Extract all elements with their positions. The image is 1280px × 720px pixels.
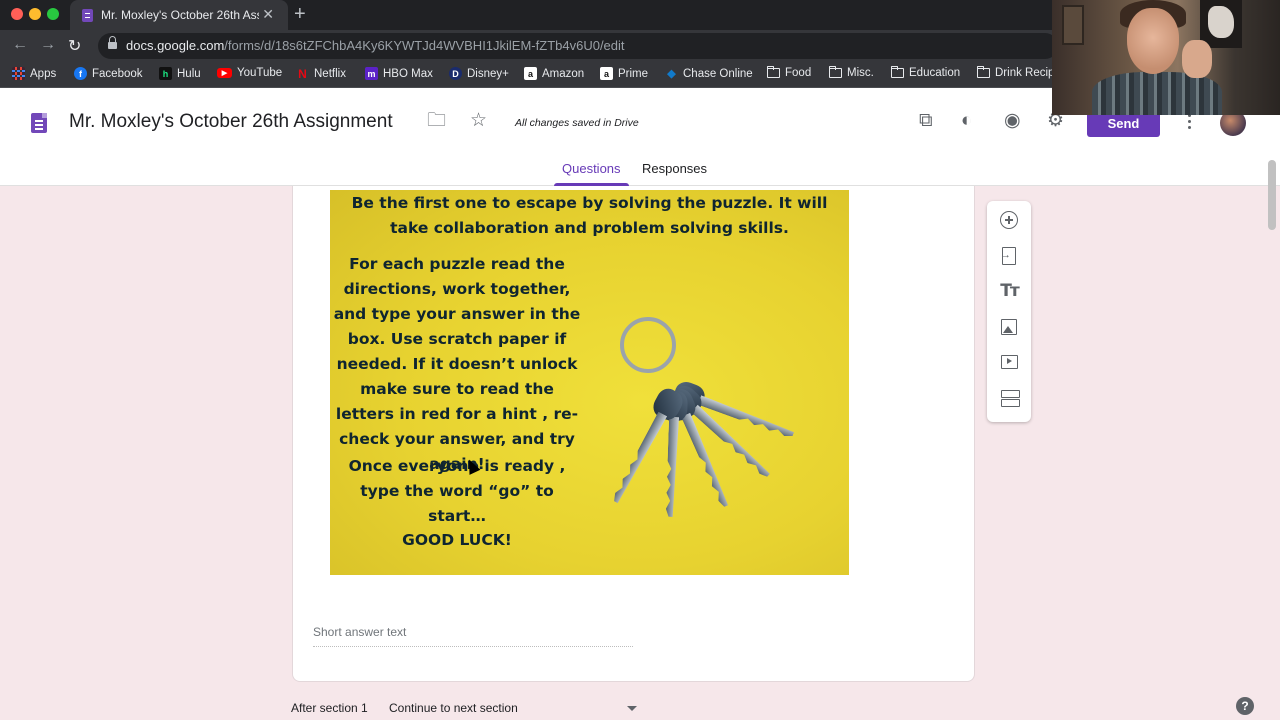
facebook-icon: f: [74, 67, 87, 80]
bookmark-chase-online[interactable]: ◆ Chase Online: [665, 67, 752, 81]
wall-picture: [1062, 5, 1084, 45]
bookmark-disney-plus[interactable]: D Disney+: [449, 67, 509, 80]
add-video-button[interactable]: [999, 352, 1019, 372]
tab-responses[interactable]: Responses: [642, 161, 707, 176]
bookmark-netflix[interactable]: N Netflix: [296, 66, 346, 81]
move-to-folder-icon[interactable]: 🗀: [427, 111, 446, 131]
bookmark-folder-education[interactable]: Education: [891, 66, 960, 79]
url-text: docs.google.com/forms/d/18s6tZFChbA4Ky6K…: [126, 38, 625, 53]
section-navigation-select[interactable]: Continue to next section: [389, 701, 518, 715]
folder-icon: [891, 66, 904, 78]
key-ring: [620, 317, 676, 373]
customize-theme-icon[interactable]: ◐: [961, 111, 972, 131]
forward-arrow-icon[interactable]: →: [40, 36, 56, 54]
help-icon[interactable]: ?: [1236, 697, 1254, 715]
save-status: All changes saved in Drive: [515, 117, 639, 129]
apps-grid-icon: [12, 67, 25, 80]
bookmark-prime[interactable]: a Prime: [600, 67, 648, 80]
add-title-button[interactable]: Tт: [999, 281, 1020, 301]
browser-tab[interactable]: Mr. Moxley's October 26th Assignment - G…: [70, 0, 288, 30]
video-icon: [1000, 355, 1018, 369]
after-section-label: After section 1: [291, 701, 368, 715]
close-window-button[interactable]: [11, 8, 23, 20]
image-intro-text: Be the first one to escape by solving th…: [351, 194, 828, 237]
bookmark-amazon[interactable]: a Amazon: [524, 67, 584, 80]
bookmark-folder-food[interactable]: Food: [767, 66, 811, 79]
add-circle-icon: [1000, 211, 1018, 229]
maximize-window-button[interactable]: [47, 8, 59, 20]
disney-plus-icon: D: [449, 67, 462, 80]
page-scrollbar[interactable]: [1268, 160, 1276, 230]
amazon-icon: a: [524, 67, 537, 80]
tab-title: Mr. Moxley's October 26th Assignment - G…: [101, 8, 259, 22]
section-icon: [1000, 390, 1020, 407]
google-forms-logo-icon[interactable]: [31, 113, 47, 133]
wall-logo: [1200, 0, 1242, 48]
chevron-down-icon[interactable]: [627, 706, 637, 711]
form-tabs: Questions Responses: [0, 161, 1280, 186]
image-start-text: Once everyone is ready , type the word “…: [348, 457, 566, 525]
bookmark-folder-misc[interactable]: Misc.: [829, 66, 874, 79]
import-icon: [1000, 247, 1016, 265]
image-icon: [1001, 319, 1017, 335]
chase-icon: ◆: [667, 68, 676, 80]
image-closing-text: GOOD LUCK!: [402, 531, 512, 549]
keys-illustration: [580, 312, 820, 532]
prime-icon: a: [600, 67, 613, 80]
netflix-icon: N: [298, 66, 307, 81]
bookmark-apps[interactable]: Apps: [12, 67, 56, 80]
new-tab-button[interactable]: +: [294, 3, 306, 26]
form-title[interactable]: Mr. Moxley's October 26th Assignment: [69, 111, 393, 133]
minimize-window-button[interactable]: [29, 8, 41, 20]
google-forms-favicon-icon: [82, 9, 93, 22]
presenter-shirt: [1092, 72, 1222, 115]
import-questions-button[interactable]: [999, 246, 1019, 266]
tab-questions[interactable]: Questions: [554, 161, 629, 186]
more-options-icon[interactable]: [1185, 114, 1195, 132]
title-icon: Tт: [1000, 281, 1020, 301]
bookmark-youtube[interactable]: ▶ YouTube: [217, 67, 282, 79]
webcam-overlay: [1052, 0, 1280, 115]
question-image[interactable]: Be the first one to escape by solving th…: [330, 190, 849, 575]
reload-icon[interactable]: ↻: [68, 36, 81, 56]
star-icon[interactable]: ☆: [470, 111, 487, 131]
presenter-hand: [1182, 40, 1212, 78]
folder-icon: [829, 66, 842, 78]
bookmark-folder-drink-recipes[interactable]: Drink Recip: [977, 66, 1054, 79]
addons-icon[interactable]: ⧉: [919, 111, 933, 131]
presenter-face: [1127, 8, 1179, 74]
short-answer-field[interactable]: Short answer text: [313, 625, 633, 647]
add-section-button[interactable]: [999, 388, 1020, 408]
hbo-max-icon: m: [365, 67, 378, 80]
preview-eye-icon[interactable]: ◉: [1004, 111, 1021, 131]
side-toolbar: Tт: [987, 201, 1031, 422]
folder-icon: [767, 66, 780, 78]
image-directions-text: For each puzzle read the directions, wor…: [333, 255, 581, 473]
close-tab-icon[interactable]: ✕: [262, 6, 274, 23]
folder-icon: [977, 66, 990, 78]
bookmark-hulu[interactable]: h Hulu: [159, 67, 201, 80]
address-bar[interactable]: docs.google.com/forms/d/18s6tZFChbA4Ky6K…: [98, 33, 1058, 59]
bookmark-facebook[interactable]: f Facebook: [74, 67, 143, 80]
add-question-button[interactable]: [999, 210, 1019, 230]
youtube-icon: ▶: [217, 68, 232, 78]
hulu-icon: h: [159, 67, 172, 80]
bookmark-hbo-max[interactable]: m HBO Max: [365, 67, 433, 80]
lock-icon[interactable]: [108, 36, 117, 50]
add-image-button[interactable]: [999, 317, 1019, 337]
back-arrow-icon[interactable]: ←: [12, 36, 28, 54]
